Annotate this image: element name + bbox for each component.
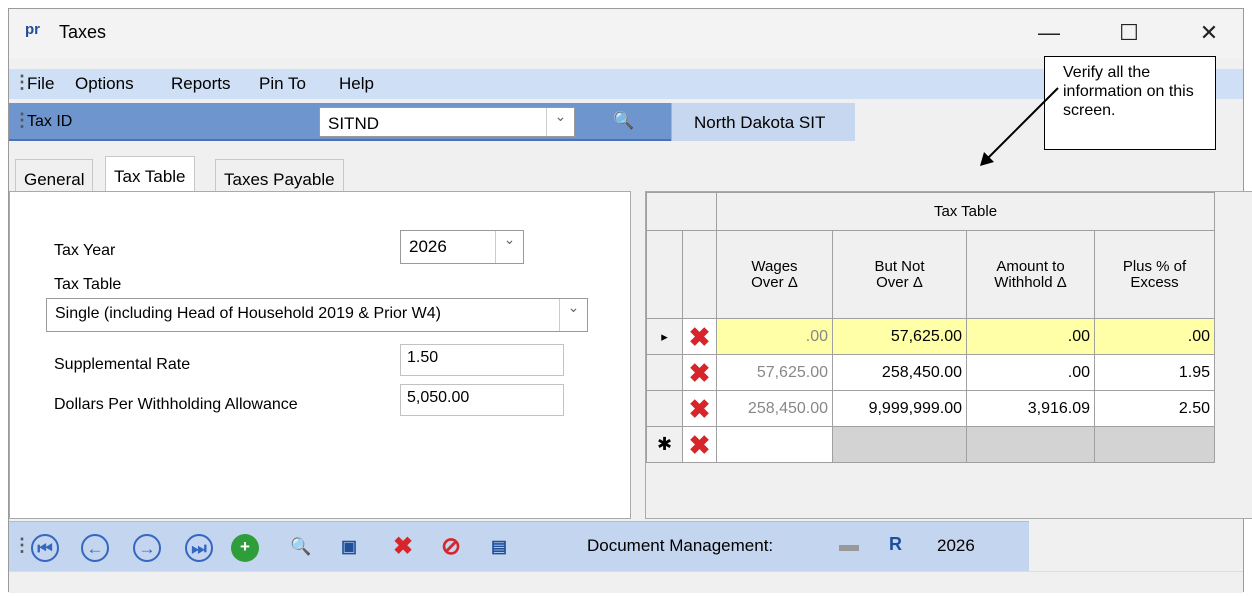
chevron-down-icon[interactable]: ⌄ (559, 299, 587, 331)
save-icon[interactable]: ▣ (335, 534, 363, 562)
save-new-icon[interactable]: ▤ (485, 534, 513, 562)
cell-wages-over[interactable]: .00 (716, 318, 833, 355)
status-bar (9, 571, 1243, 593)
tab-taxes-payable[interactable]: Taxes Payable (215, 159, 344, 193)
cell-excess[interactable]: 1.95 (1094, 354, 1215, 391)
grid-title: Tax Table (716, 192, 1215, 231)
menu-options[interactable]: Options (75, 74, 134, 94)
window-title: Taxes (59, 22, 107, 42)
col-but-not-over[interactable]: But Not Over Δ (832, 230, 967, 319)
current-row-icon: ▸ (646, 318, 683, 355)
document-management-label: Document Management: (587, 536, 774, 555)
delete-icon[interactable]: ✖ (682, 318, 717, 355)
previous-record-icon[interactable]: ← (81, 534, 109, 562)
cell-but-not-over[interactable]: 9,999,999.00 (832, 390, 967, 427)
delete-icon[interactable]: ✖ (682, 390, 717, 427)
table-row[interactable]: ✖ 57,625.00 258,450.00 .00 1.95 (646, 354, 1215, 391)
cell-amount[interactable]: .00 (966, 354, 1095, 391)
cell-excess[interactable]: 2.50 (1094, 390, 1215, 427)
tax-year-value: 2026 (409, 237, 447, 256)
cell-but-not-over[interactable]: 258,450.00 (832, 354, 967, 391)
supplemental-rate-label: Supplemental Rate (54, 356, 191, 373)
tax-year-label: Tax Year (54, 242, 116, 259)
tax-table-label: Tax Table (54, 276, 122, 293)
menu-help[interactable]: Help (339, 74, 374, 94)
delete-icon[interactable]: ✖ (682, 426, 717, 463)
binoculars-icon[interactable]: 🔍 (287, 534, 315, 562)
table-row[interactable]: ✖ 258,450.00 9,999,999.00 3,916.09 2.50 (646, 390, 1215, 427)
add-icon[interactable]: + (231, 534, 259, 562)
supplemental-rate-field[interactable]: 1.50 (400, 344, 564, 376)
table-row[interactable]: ▸ ✖ .00 57,625.00 .00 .00 (646, 318, 1215, 355)
maximize-button[interactable]: ☐ (1109, 17, 1149, 49)
tax-table-grid: Tax Table Wages Over Δ But Not Over Δ Am… (646, 192, 1215, 463)
first-record-icon[interactable]: ⏮ (31, 534, 59, 562)
next-record-icon[interactable]: → (133, 534, 161, 562)
payroll-icon[interactable]: R (889, 534, 902, 555)
cell-wages-over[interactable]: 258,450.00 (716, 390, 833, 427)
tax-year-combo[interactable]: 2026 ⌄ (400, 230, 524, 264)
col-wages-over[interactable]: Wages Over Δ (716, 230, 833, 319)
tax-table-value: Single (including Head of Household 2019… (55, 305, 441, 322)
cell-wages-over[interactable] (716, 426, 833, 463)
instruction-callout: Verify all the information on this scree… (1044, 56, 1216, 150)
col-amount-to-withhold[interactable]: Amount to Withhold Δ (966, 230, 1095, 319)
delete-icon[interactable]: ✖ (682, 354, 717, 391)
cell-amount[interactable]: .00 (966, 318, 1095, 355)
menu-file[interactable]: File (27, 74, 54, 94)
app-icon: pr (25, 21, 40, 38)
allowance-label: Dollars Per Withholding Allowance (54, 396, 298, 413)
tax-table-grid-panel: Tax Table Wages Over Δ But Not Over Δ Am… (645, 191, 1252, 519)
tax-id-combo[interactable]: SITND ⌄ (319, 107, 575, 137)
menu-reports[interactable]: Reports (171, 74, 231, 94)
toolbar-year: 2026 (937, 536, 975, 555)
minimize-button[interactable]: — (1029, 17, 1069, 49)
allowance-field[interactable]: 5,050.00 (400, 384, 564, 416)
chevron-down-icon[interactable]: ⌄ (546, 108, 574, 136)
tax-name: North Dakota SIT (694, 113, 826, 132)
cell-excess[interactable]: .00 (1094, 318, 1215, 355)
chevron-down-icon[interactable]: ⌄ (495, 231, 523, 263)
close-button[interactable]: ✕ (1189, 17, 1229, 49)
tab-tax-table[interactable]: Tax Table (105, 156, 195, 192)
binoculars-icon[interactable]: 🔍 (613, 111, 634, 131)
delete-icon[interactable]: ✖ (389, 534, 417, 562)
sort-icon: Δ (1056, 273, 1067, 291)
menu-pin-to[interactable]: Pin To (259, 74, 306, 94)
sort-icon: Δ (787, 273, 798, 291)
grip-icon: ⋮ (13, 535, 31, 555)
tax-id-value: SITND (328, 114, 379, 133)
new-row-icon: ✱ (646, 426, 683, 463)
new-row[interactable]: ✱ ✖ (646, 426, 1215, 463)
col-plus-pct-excess[interactable]: Plus % of Excess (1094, 230, 1215, 319)
cell-wages-over[interactable]: 57,625.00 (716, 354, 833, 391)
tab-general[interactable]: General (15, 159, 94, 193)
title-bar: pr Taxes — ☐ ✕ (9, 9, 1243, 59)
tax-id-label: Tax ID (27, 113, 73, 130)
cell-but-not-over[interactable]: 57,625.00 (832, 318, 967, 355)
last-record-icon[interactable]: ⏭ (185, 534, 213, 562)
tax-table-combo[interactable]: Single (including Head of Household 2019… (46, 298, 588, 332)
bottom-toolbar: ⋮ ⏮ ← → ⏭ + 🔍 ▣ ✖ ⊘ ▤ Document Managemen… (9, 521, 1029, 571)
tax-table-form: Tax Year 2026 ⌄ Tax Table Single (includ… (9, 191, 631, 519)
folder-icon[interactable]: ▬ (839, 534, 859, 557)
cell-amount[interactable]: 3,916.09 (966, 390, 1095, 427)
cancel-icon[interactable]: ⊘ (437, 534, 465, 562)
tax-name-button[interactable]: North Dakota SIT (671, 103, 855, 141)
sort-icon: Δ (912, 273, 923, 291)
